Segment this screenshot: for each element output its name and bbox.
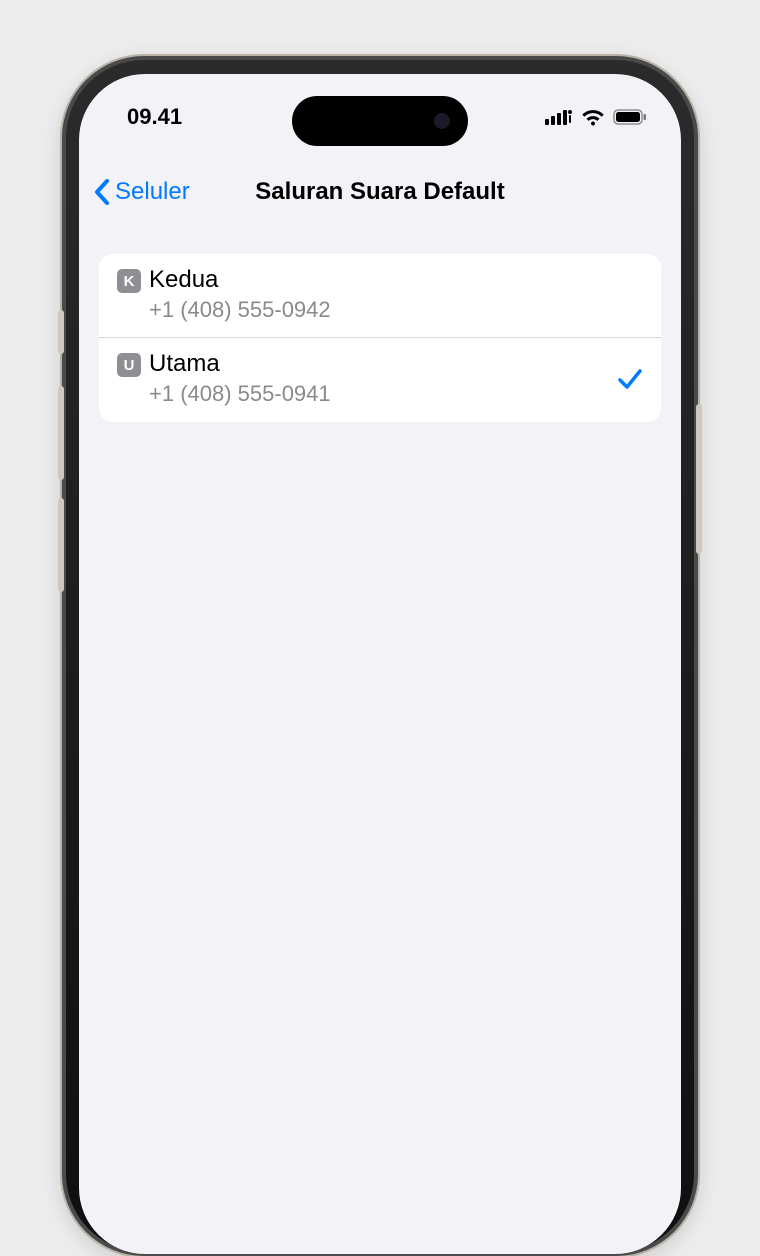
back-button[interactable]: Seluler (93, 178, 190, 206)
volume-down-button (58, 498, 64, 592)
line-number: +1 (408) 555-0941 (149, 380, 617, 408)
line-text: Utama +1 (408) 555-0941 (149, 350, 617, 407)
status-time: 09.41 (127, 104, 182, 130)
wifi-icon (581, 108, 605, 126)
line-text: Kedua +1 (408) 555-0942 (149, 266, 643, 323)
page-title: Saluran Suara Default (255, 178, 504, 206)
line-list: K Kedua +1 (408) 555-0942 U Utama +1 (40… (99, 254, 661, 422)
screen: 09.41 (79, 74, 681, 1254)
back-label: Seluler (115, 178, 190, 206)
line-name: Kedua (149, 266, 643, 295)
dynamic-island (292, 96, 468, 146)
nav-bar: Seluler Saluran Suara Default (79, 148, 681, 222)
line-option-kedua[interactable]: K Kedua +1 (408) 555-0942 (99, 254, 661, 337)
status-indicators (545, 108, 647, 126)
volume-up-button (58, 386, 64, 480)
power-button (696, 404, 702, 554)
line-number: +1 (408) 555-0942 (149, 296, 643, 324)
mute-switch (58, 310, 64, 354)
line-option-utama[interactable]: U Utama +1 (408) 555-0941 (99, 337, 661, 421)
checkmark-icon (617, 366, 643, 392)
sim-badge: U (117, 353, 141, 377)
sim-badge: K (117, 269, 141, 293)
battery-icon (613, 109, 647, 125)
line-name: Utama (149, 350, 617, 379)
chevron-left-icon (93, 178, 111, 206)
dual-sim-signal-icon (545, 109, 573, 125)
